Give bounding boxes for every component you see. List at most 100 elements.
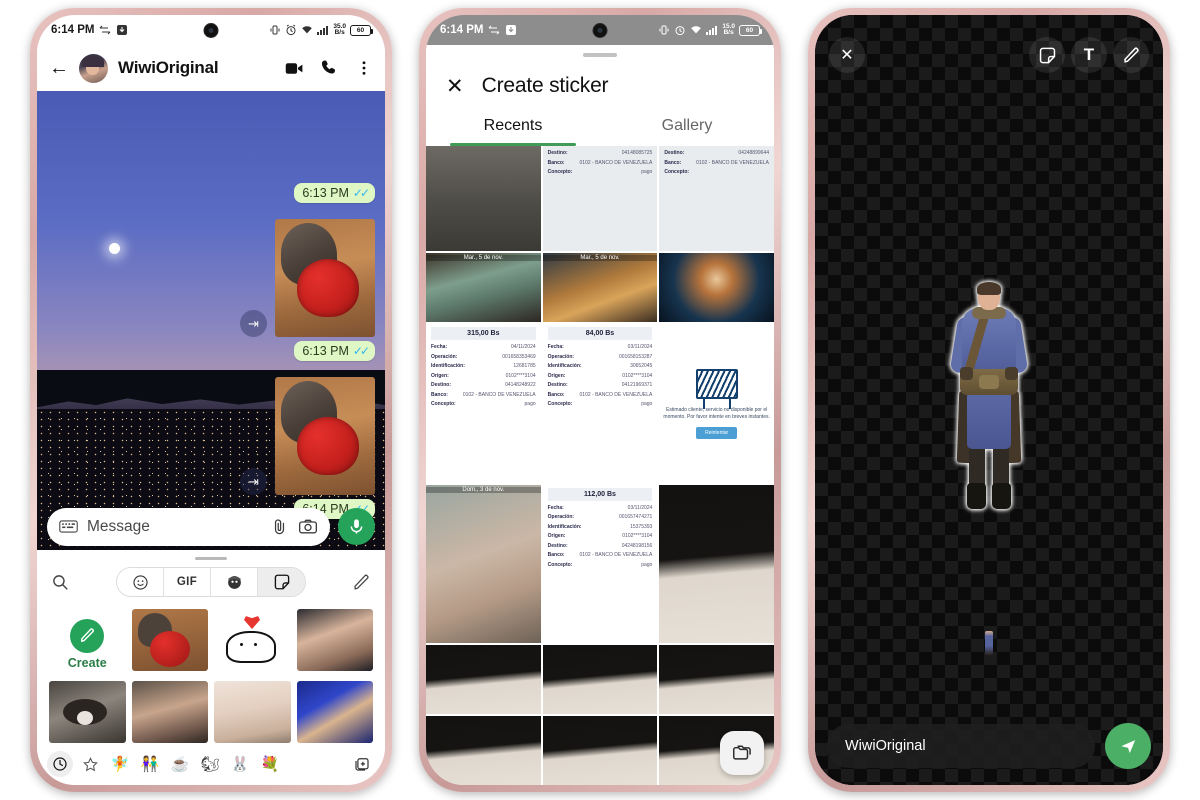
video-call-icon[interactable] bbox=[284, 58, 305, 79]
sticker-item[interactable] bbox=[49, 681, 126, 743]
receipt-card-partial: Destino: 04148085725 Banco: 0102 - BANCO DE… bbox=[542, 146, 658, 252]
service-unavailable-card: Estimado cliente, servicio no disponible… bbox=[659, 324, 774, 483]
phone-2-create-sticker: 6:14 PM 15.0 B/s 60 ✕ Create sticker Rec… bbox=[419, 8, 781, 792]
editor-toolbar: ✕ T bbox=[815, 37, 1163, 73]
receipt-line: Identificación: 15375393 bbox=[548, 524, 653, 530]
gallery-item[interactable]: 112,00 Bs Fecha: 03/11/2024 Operación: 00165… bbox=[542, 484, 658, 644]
more-vertical-icon[interactable] bbox=[355, 59, 373, 77]
add-sticker-pack-icon[interactable] bbox=[349, 751, 375, 777]
receipt-value: 30652045 bbox=[630, 363, 653, 370]
folder-picker-icon[interactable] bbox=[720, 731, 764, 775]
sticker-pack-fairy[interactable]: 🧚 bbox=[107, 751, 133, 777]
sticker-item[interactable] bbox=[214, 609, 291, 671]
sticker-pack-add-2[interactable]: 🐰 bbox=[227, 751, 253, 777]
network-speed: 15.0 B/s bbox=[722, 23, 735, 36]
gallery-item[interactable]: Destino: 04248899644 Banco: 0102 - BANCO DE… bbox=[659, 146, 774, 252]
gallery-item[interactable]: 84,00 Bs Fecha: 03/11/2024 Operación: 001658… bbox=[542, 324, 658, 483]
gallery-item[interactable]: Estimado cliente, servicio no disponible… bbox=[659, 324, 774, 483]
receipt-line: Origen: 0102****3104 bbox=[548, 373, 653, 379]
receipt-line: Operación: 001658353469 bbox=[431, 354, 536, 360]
close-x-icon[interactable]: ✕ bbox=[829, 37, 865, 73]
contact-name[interactable]: WiwiOriginal bbox=[118, 58, 219, 78]
back-arrow-icon[interactable]: ← bbox=[49, 58, 69, 78]
pencil-icon[interactable] bbox=[352, 573, 371, 592]
gallery-item[interactable]: 315,00 Bs Fecha: 04/11/2024 Operación: 00165… bbox=[426, 324, 541, 483]
receipt-value: 001657474271 bbox=[618, 514, 653, 521]
sticker-item[interactable] bbox=[296, 609, 373, 671]
gallery-item[interactable] bbox=[426, 146, 541, 252]
sticker-item[interactable] bbox=[131, 609, 208, 671]
message-row: 6:13 PM ✓✓ bbox=[294, 183, 375, 203]
gallery-item[interactable]: Mar., 5 de nov. bbox=[426, 253, 541, 323]
receipt-value: 0102 - BANCO DE VENEZUELA bbox=[579, 391, 653, 398]
drag-handle[interactable] bbox=[195, 556, 227, 560]
receipt-value: 03/11/2024 bbox=[627, 344, 653, 351]
sticker-pack-couple[interactable]: 👫 bbox=[137, 751, 163, 777]
gallery-item[interactable] bbox=[426, 645, 541, 715]
gallery-item[interactable] bbox=[542, 645, 658, 715]
recipient-name[interactable]: WiwiOriginal bbox=[827, 724, 1095, 768]
create-label: Create bbox=[67, 655, 107, 670]
sticker-icon[interactable] bbox=[258, 568, 305, 596]
message-input[interactable]: Message bbox=[47, 507, 330, 546]
gif-tab[interactable]: GIF bbox=[164, 568, 211, 596]
camera-icon[interactable] bbox=[298, 517, 318, 537]
sticker-pack-flower[interactable]: 💐 bbox=[257, 751, 283, 777]
gallery-item[interactable] bbox=[659, 484, 774, 644]
message-timestamp[interactable]: 6:13 PM ✓✓ bbox=[294, 183, 375, 203]
receipt-label: Banco: bbox=[664, 159, 682, 166]
sticker-item[interactable] bbox=[214, 681, 291, 743]
text-tool-icon[interactable]: T bbox=[1071, 37, 1107, 73]
receipt-label: Banco: bbox=[547, 159, 565, 166]
gallery-item[interactable]: Dom., 3 de nov. bbox=[426, 484, 541, 644]
character-sticker[interactable] bbox=[949, 282, 1029, 511]
sticker-canvas[interactable]: ✕ T WiwiOriginal bbox=[815, 15, 1163, 785]
gallery-item[interactable] bbox=[659, 645, 774, 715]
gallery-item[interactable]: Mar., 5 de nov. bbox=[542, 253, 658, 323]
gallery-item[interactable] bbox=[426, 716, 541, 785]
retry-button[interactable]: Reintentar bbox=[696, 426, 738, 439]
send-icon[interactable] bbox=[1105, 723, 1151, 769]
signal-icon bbox=[317, 24, 329, 36]
avatar[interactable] bbox=[79, 53, 108, 83]
gallery-item[interactable]: Destino: 04148085725 Banco: 0102 - BANCO DE… bbox=[542, 146, 658, 252]
avatar-icon[interactable] bbox=[211, 568, 258, 596]
forward-icon[interactable]: ⇥ bbox=[240, 468, 267, 495]
create-sticker-button[interactable]: Create bbox=[49, 609, 126, 679]
favorites-star-icon[interactable] bbox=[77, 751, 103, 777]
microphone-icon[interactable] bbox=[338, 508, 375, 545]
sticker-message[interactable] bbox=[275, 219, 375, 337]
screenshot-stage: 6:14 PM 35.0 B/s 60 ← WiwiOriginal 6:13 … bbox=[0, 0, 1200, 800]
sticker-item[interactable] bbox=[296, 681, 373, 743]
search-icon[interactable] bbox=[51, 573, 70, 592]
gallery-item[interactable] bbox=[542, 716, 658, 785]
receipt-line: Identificación: 30652045 bbox=[548, 363, 653, 369]
forward-icon[interactable]: ⇥ bbox=[240, 310, 267, 337]
sticker-message[interactable] bbox=[275, 377, 375, 495]
sticker-pack-coffee[interactable]: ☕ bbox=[167, 751, 193, 777]
receipt-value: 001658353469 bbox=[502, 353, 536, 360]
sticker-item[interactable] bbox=[131, 681, 208, 743]
tab-recents[interactable]: Recents bbox=[426, 108, 600, 146]
barrier-icon bbox=[695, 368, 738, 409]
message-placeholder[interactable]: Message bbox=[87, 518, 261, 536]
close-x-icon[interactable]: ✕ bbox=[446, 76, 464, 97]
message-timestamp[interactable]: 6:13 PM ✓✓ bbox=[294, 341, 375, 361]
pencil-draw-icon[interactable] bbox=[1113, 37, 1149, 73]
alarm-icon bbox=[674, 24, 686, 36]
chat-header: ← WiwiOriginal bbox=[37, 45, 385, 91]
receipt-amount: 112,00 Bs bbox=[547, 487, 653, 501]
receipt-value: pago bbox=[641, 169, 653, 175]
paperclip-icon[interactable] bbox=[270, 517, 289, 536]
gallery-item-date: Dom., 3 de nov. bbox=[426, 486, 541, 493]
sticker-icon[interactable] bbox=[1029, 37, 1065, 73]
keyboard-icon[interactable] bbox=[59, 520, 78, 533]
sticker-pack-add-1[interactable]: 🐿 bbox=[197, 751, 223, 777]
receipt-line: Destino: 04248899644 bbox=[664, 150, 769, 156]
phone-icon[interactable] bbox=[320, 58, 340, 78]
recent-clock-icon[interactable] bbox=[47, 751, 73, 777]
tab-gallery[interactable]: Gallery bbox=[600, 108, 774, 146]
gallery-item[interactable] bbox=[659, 253, 774, 323]
emoji-icon[interactable] bbox=[117, 568, 164, 596]
sticker-pack-bar: 🧚 👫 ☕ 🐿 🐰 💐 bbox=[37, 745, 385, 785]
